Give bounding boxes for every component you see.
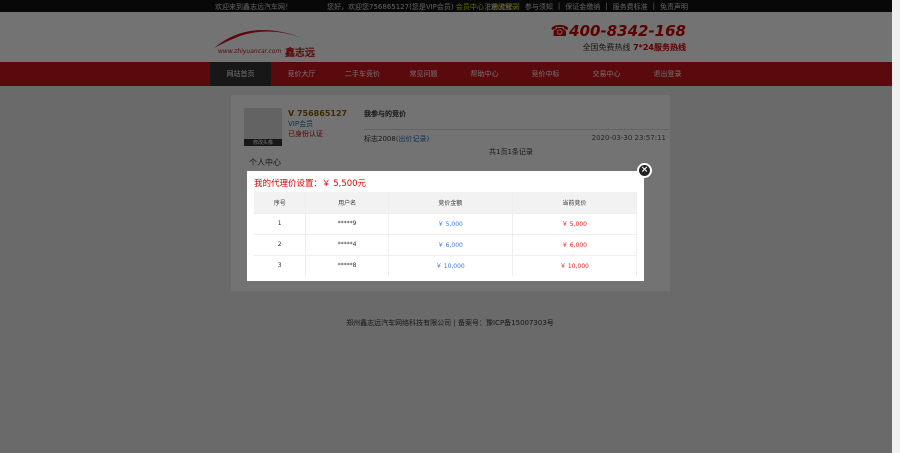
cell-current: ￥ 5,000 (512, 212, 638, 234)
bid-table: 序号 用户名 竞价金额 当前竞价 1 *****9 ￥ 5,000 ￥ 5,000 2 ***… (254, 192, 638, 276)
link-disclaimer[interactable]: 免责声明 (660, 2, 688, 12)
logo-url: www.zhiyuancar.com (218, 48, 282, 55)
close-icon[interactable]: × (637, 163, 652, 178)
logo[interactable]: www.zhiyuancar.com 鑫志远 (210, 18, 320, 62)
service-hours: 7*24服务热线 (633, 43, 686, 52)
cell-user: *****9 (305, 212, 389, 234)
cell-user: *****8 (305, 254, 389, 276)
nav-logout[interactable]: 退出登录 (637, 62, 698, 86)
nav-faq[interactable]: 常见问题 (393, 62, 454, 86)
auth-status: 已身份认证 (288, 130, 323, 138)
nav-used-car[interactable]: 二手车竞价 (332, 62, 393, 86)
link-fee[interactable]: 服务费标准 (613, 2, 648, 12)
cell-bid: ￥ 10,000 (388, 254, 513, 276)
cell-current: ￥ 6,000 (512, 233, 638, 255)
cell-bid: ￥ 5,000 (388, 212, 513, 234)
nav-home[interactable]: 网站首页 (210, 62, 271, 86)
record-time: 2020-03-30 23:57:11 (591, 134, 666, 142)
col-index: 序号 (254, 192, 307, 213)
cell-bid: ￥ 6,000 (388, 233, 513, 255)
car-name: 标志2008 (364, 135, 396, 143)
bid-record: 标志2008(出价记录) 2020-03-30 23:57:11 (364, 129, 669, 144)
personal-center-title: 个人中心 (249, 158, 281, 167)
nav-won[interactable]: 竞价中标 (515, 62, 576, 86)
avatar[interactable]: 修改头像 (244, 108, 282, 146)
table-row: 1 *****9 ￥ 5,000 ￥ 5,000 (254, 212, 638, 234)
col-bid: 竞价金额 (388, 192, 513, 213)
col-current: 当前竞价 (512, 192, 638, 213)
page-title: 我参与的竞价 (364, 110, 406, 118)
cell-index: 3 (254, 254, 307, 276)
footer: 郑州鑫志远汽车网络科技有限公司 | 备案号：豫ICP备15007303号 (346, 319, 554, 327)
cell-index: 2 (254, 233, 307, 255)
member-center-link[interactable]: 会员中心 (456, 3, 484, 11)
link-register[interactable]: 注册流程 (485, 2, 513, 12)
scrollbar[interactable] (892, 0, 900, 453)
table-row: 2 *****4 ￥ 6,000 ￥ 6,000 (254, 233, 638, 255)
phone-number: 400-8342-168 (569, 22, 686, 40)
logo-brand: 鑫志远 (285, 48, 315, 59)
pager: 共1页1条记录 (489, 148, 533, 156)
proxy-price-modal: 我的代理价设置：￥ 5,500元 序号 用户名 竞价金额 当前竞价 1 *****9 ￥ … (247, 171, 644, 281)
welcome-text: 欢迎来到鑫志远汽车网！ (215, 3, 292, 11)
table-row: 3 *****8 ￥ 10,000 ￥ 10,000 (254, 254, 638, 276)
cell-current: ￥ 10,000 (512, 254, 638, 276)
modal-title: 我的代理价设置：￥ 5,500元 (254, 179, 367, 189)
edit-avatar-label[interactable]: 修改头像 (244, 139, 282, 146)
vip-icon: V (288, 109, 297, 118)
nav-bidding-hall[interactable]: 竞价大厅 (271, 62, 332, 86)
phone-icon: ☎ (550, 22, 570, 40)
header: www.zhiyuancar.com 鑫志远 ☎400-8342-168 全国免… (0, 12, 900, 62)
top-bar: 欢迎来到鑫志远汽车网！ 您好，欢迎您756865127(您是VIP会员) 会员中… (0, 0, 900, 12)
col-user: 用户名 (305, 192, 389, 213)
user-id: 756865127 (296, 109, 348, 118)
cell-index: 1 (254, 212, 307, 234)
link-deposit[interactable]: 保证金缴纳 (565, 2, 600, 12)
phone-sub: 全国免费热线 (582, 43, 631, 52)
user-level: VIP会员 (288, 120, 314, 128)
greeting: 您好，欢迎您756865127(您是VIP会员) (327, 3, 454, 11)
bid-history-link[interactable]: (出价记录) (396, 135, 429, 143)
nav-trade[interactable]: 交易中心 (576, 62, 637, 86)
link-notice[interactable]: 参与须知 (525, 2, 553, 12)
main-nav: 网站首页 竞价大厅 二手车竞价 常见问题 帮助中心 竞价中标 交易中心 退出登录 (0, 62, 900, 86)
cell-user: *****4 (305, 233, 389, 255)
nav-help[interactable]: 帮助中心 (454, 62, 515, 86)
